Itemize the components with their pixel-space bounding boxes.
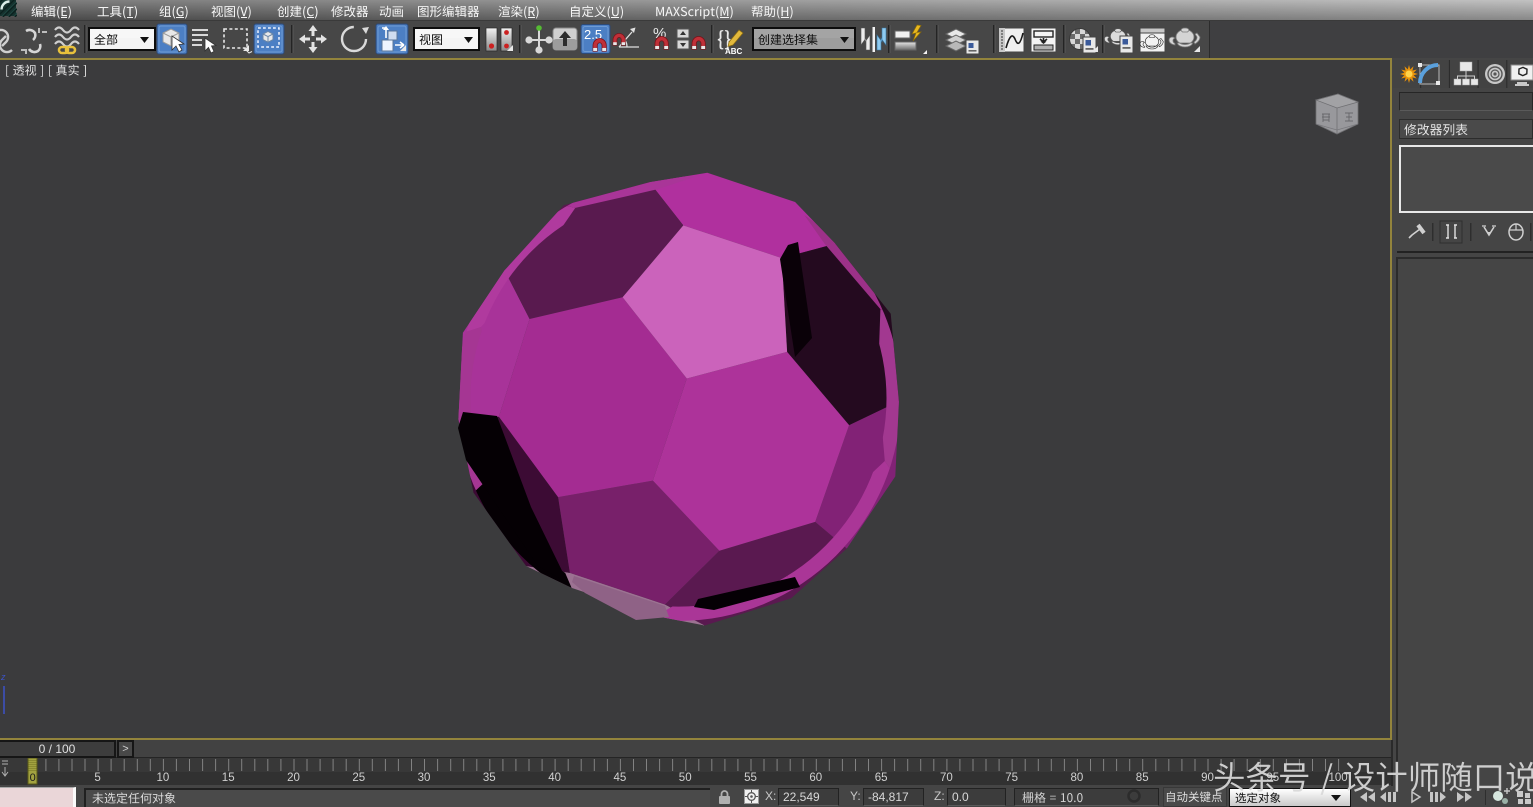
- svg-text:50: 50: [679, 772, 692, 784]
- svg-text:25: 25: [352, 772, 365, 784]
- svg-text:0: 0: [30, 772, 36, 784]
- svg-text:70: 70: [940, 772, 953, 784]
- svg-text:15: 15: [222, 772, 235, 784]
- svg-text:ABC: ABC: [725, 47, 743, 56]
- svg-text:60: 60: [809, 772, 822, 784]
- svg-text:30: 30: [418, 772, 431, 784]
- svg-text:90: 90: [1201, 772, 1214, 784]
- svg-text:85: 85: [1136, 772, 1149, 784]
- svg-text:80: 80: [1071, 772, 1084, 784]
- svg-text:40: 40: [548, 772, 561, 784]
- svg-text:65: 65: [875, 772, 888, 784]
- svg-text:20: 20: [287, 772, 300, 784]
- svg-text:55: 55: [744, 772, 757, 784]
- svg-text:35: 35: [483, 772, 496, 784]
- svg-text:10: 10: [157, 772, 170, 784]
- svg-text:z: z: [0, 672, 6, 682]
- svg-text:75: 75: [1005, 772, 1018, 784]
- svg-text:45: 45: [614, 772, 627, 784]
- svg-text:5: 5: [94, 772, 100, 784]
